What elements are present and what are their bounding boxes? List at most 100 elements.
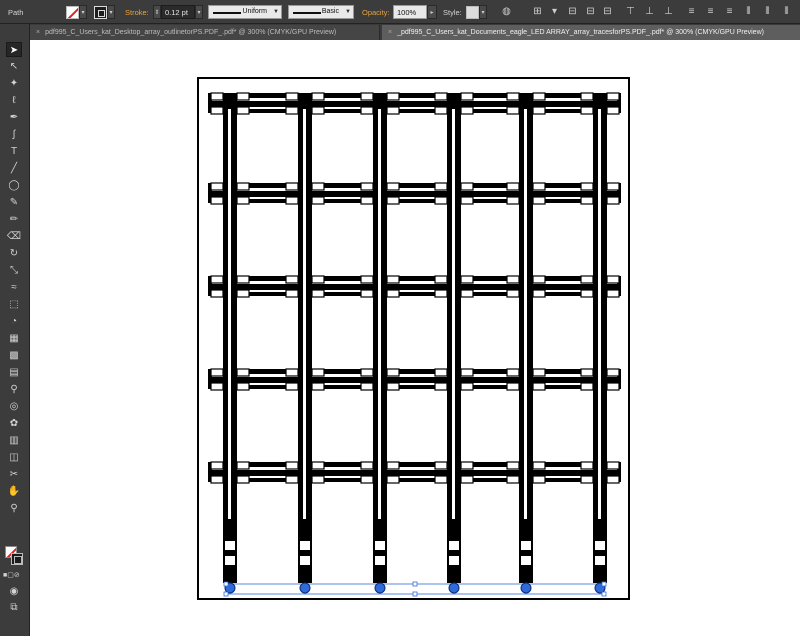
fill-dropdown-arrow[interactable]: ▾: [79, 5, 87, 19]
solder-pad[interactable]: [532, 368, 546, 377]
zoom-tool-icon[interactable]: ⚲: [6, 501, 22, 516]
solder-pad[interactable]: [210, 475, 224, 484]
solder-pad[interactable]: [236, 475, 250, 484]
solder-pad[interactable]: [360, 289, 374, 298]
solder-pad[interactable]: [236, 275, 250, 284]
solder-pad[interactable]: [460, 461, 474, 470]
solder-pad[interactable]: [210, 106, 224, 115]
paintbrush-tool-icon[interactable]: ✎: [6, 195, 22, 210]
distribute-horizontal-icon[interactable]: ⦀: [761, 5, 774, 18]
trace-gap[interactable]: [228, 109, 231, 519]
solder-pad[interactable]: [236, 461, 250, 470]
solder-pad[interactable]: [311, 275, 325, 284]
bus-gap[interactable]: [212, 197, 617, 199]
solder-pad[interactable]: [506, 106, 520, 115]
solder-pad[interactable]: [460, 368, 474, 377]
bus-gap[interactable]: [212, 374, 617, 377]
screen-mode-icon[interactable]: ⧉: [6, 600, 22, 615]
distribute-left-icon[interactable]: ⦀: [742, 5, 755, 18]
pencil-tool-icon[interactable]: ✏: [6, 212, 22, 227]
bus-gap[interactable]: [212, 383, 617, 385]
solder-pad[interactable]: [285, 475, 299, 484]
solder-pad[interactable]: [580, 289, 594, 298]
direct-selection-tool-icon[interactable]: ↖: [6, 59, 22, 74]
solder-pad[interactable]: [311, 106, 325, 115]
stroke-weight-group[interactable]: ⇕ 0.12 pt ▾: [153, 4, 203, 20]
horizontal-bus[interactable]: [208, 462, 621, 482]
solder-pad[interactable]: [532, 196, 546, 205]
distribute-center-icon[interactable]: ≡: [704, 5, 717, 18]
color-mode-icon[interactable]: ■▢⊘: [3, 568, 20, 583]
solder-pad[interactable]: [285, 368, 299, 377]
bus-gap[interactable]: [212, 107, 617, 109]
solder-pad[interactable]: [360, 461, 374, 470]
solder-pad[interactable]: [434, 275, 448, 284]
artboard-tool-icon[interactable]: ◫: [6, 450, 22, 465]
trace-gap[interactable]: [452, 109, 455, 519]
lower-pad[interactable]: [375, 556, 385, 565]
lasso-tool-icon[interactable]: ℓ: [6, 93, 22, 108]
bounding-box-handle[interactable]: [223, 581, 229, 587]
column-graph-tool-icon[interactable]: ▥: [6, 433, 22, 448]
transform-options-icon[interactable]: ▾: [548, 5, 561, 18]
horizontal-bus[interactable]: [208, 93, 621, 113]
bounding-box-handle[interactable]: [601, 581, 607, 587]
solder-pad[interactable]: [236, 182, 250, 191]
slice-tool-icon[interactable]: ✂: [6, 467, 22, 482]
mesh-tool-icon[interactable]: ▩: [6, 348, 22, 363]
solder-pad[interactable]: [386, 182, 400, 191]
solder-pad[interactable]: [506, 382, 520, 391]
align-horizontal-center-icon[interactable]: ⊟: [584, 5, 597, 18]
solder-pad[interactable]: [506, 475, 520, 484]
solder-pad[interactable]: [311, 368, 325, 377]
solder-pad[interactable]: [606, 182, 620, 191]
selected-anchor-point[interactable]: [299, 582, 311, 594]
solder-pad[interactable]: [460, 382, 474, 391]
bounding-box-handle[interactable]: [412, 581, 418, 587]
solder-pad[interactable]: [434, 382, 448, 391]
solder-pad[interactable]: [460, 106, 474, 115]
solder-pad[interactable]: [360, 368, 374, 377]
ellipse-tool-icon[interactable]: ◯: [6, 178, 22, 193]
bus-gap[interactable]: [212, 281, 617, 284]
solder-pad[interactable]: [532, 182, 546, 191]
lower-pad[interactable]: [375, 541, 385, 550]
solder-pad[interactable]: [580, 368, 594, 377]
free-transform-tool-icon[interactable]: ⬚: [6, 297, 22, 312]
solder-pad[interactable]: [580, 92, 594, 101]
solder-pad[interactable]: [532, 289, 546, 298]
solder-pad[interactable]: [236, 368, 250, 377]
eyedropper-tool-icon[interactable]: ⚲: [6, 382, 22, 397]
solder-pad[interactable]: [236, 289, 250, 298]
gradient-tool-icon[interactable]: ▤: [6, 365, 22, 380]
symbol-sprayer-tool-icon[interactable]: ✿: [6, 416, 22, 431]
solder-pad[interactable]: [311, 382, 325, 391]
bounding-box-handle[interactable]: [223, 591, 229, 597]
eraser-tool-icon[interactable]: ⌫: [6, 229, 22, 244]
graphic-style-swatch[interactable]: [466, 5, 479, 19]
graphic-style-group[interactable]: ▾: [466, 4, 487, 20]
solder-pad[interactable]: [460, 289, 474, 298]
solder-pad[interactable]: [311, 475, 325, 484]
width-tool-icon[interactable]: ≈: [6, 280, 22, 295]
type-tool-icon[interactable]: T: [6, 144, 22, 159]
trace-gap[interactable]: [303, 109, 306, 519]
document-canvas[interactable]: [30, 40, 800, 636]
trace-gap[interactable]: [524, 109, 527, 519]
solder-pad[interactable]: [360, 106, 374, 115]
fill-none-swatch[interactable]: [66, 5, 79, 19]
solder-pad[interactable]: [580, 382, 594, 391]
close-icon[interactable]: ×: [36, 29, 40, 36]
solder-pad[interactable]: [311, 182, 325, 191]
solder-pad[interactable]: [210, 92, 224, 101]
trace-gap[interactable]: [378, 109, 381, 519]
solder-pad[interactable]: [606, 106, 620, 115]
solder-pad[interactable]: [311, 196, 325, 205]
solder-pad[interactable]: [532, 275, 546, 284]
brush-definition[interactable]: Basic ▼: [288, 4, 354, 20]
solder-pad[interactable]: [434, 196, 448, 205]
stroke-dropdown-arrow[interactable]: ▾: [107, 5, 115, 19]
solder-pad[interactable]: [606, 289, 620, 298]
solder-pad[interactable]: [236, 92, 250, 101]
solder-pad[interactable]: [606, 92, 620, 101]
